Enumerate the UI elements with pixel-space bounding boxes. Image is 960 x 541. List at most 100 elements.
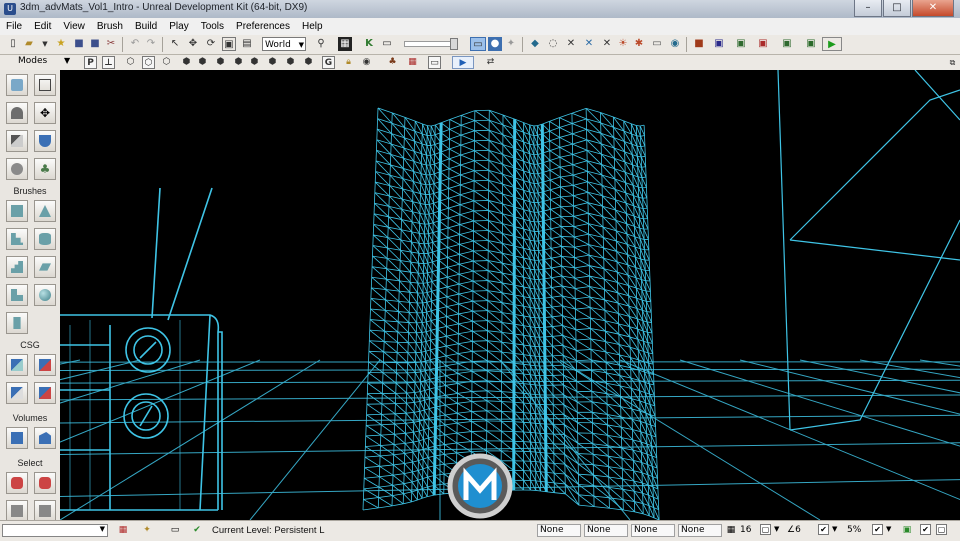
- csg-intersect-button[interactable]: [6, 382, 28, 404]
- close-button[interactable]: ✕: [912, 0, 954, 17]
- bulb-icon[interactable]: ✦: [140, 524, 154, 537]
- save-icon[interactable]: ■: [72, 37, 86, 51]
- scale-snap-checkbox[interactable]: ✔: [872, 524, 883, 535]
- rotate-icon[interactable]: ⟳: [204, 37, 218, 51]
- terrain-mode-button[interactable]: [6, 102, 28, 124]
- chevron-down-icon[interactable]: ▼: [774, 525, 779, 533]
- translate-icon[interactable]: ✥: [186, 37, 200, 51]
- light-complexity-icon[interactable]: ⬢: [232, 56, 245, 69]
- new-file-icon[interactable]: ▯: [6, 37, 20, 51]
- perspective-viewport[interactable]: [60, 70, 960, 520]
- launch-icon[interactable]: ▣: [804, 37, 818, 51]
- play-pc-icon[interactable]: ▣: [756, 37, 770, 51]
- cone-brush-button[interactable]: [34, 200, 56, 222]
- show-all-button[interactable]: [34, 500, 56, 522]
- grid-snap-checkbox[interactable]: ▢: [760, 524, 771, 535]
- game-view-icon[interactable]: G: [322, 56, 335, 69]
- scale-nonuniform-icon[interactable]: ▤: [240, 37, 254, 51]
- curved-stair-button[interactable]: [6, 228, 28, 250]
- wireframe-icon[interactable]: ⬡: [124, 56, 137, 69]
- add-volume-button[interactable]: [6, 427, 28, 449]
- build-paths-icon[interactable]: ✕: [582, 37, 596, 51]
- play-console-icon[interactable]: ▣: [734, 37, 748, 51]
- menu-brush[interactable]: Brush: [91, 21, 129, 32]
- dropdown-arrow-icon[interactable]: ▼: [38, 37, 52, 51]
- csg-deintersect-button[interactable]: [34, 382, 56, 404]
- shader-complexity-icon[interactable]: ⬢: [266, 56, 279, 69]
- menu-view[interactable]: View: [57, 21, 91, 32]
- lighting-quality-icon[interactable]: ☀: [616, 37, 630, 51]
- add-special-button[interactable]: [34, 427, 56, 449]
- scale-icon[interactable]: ▣: [222, 37, 236, 51]
- build-lighting-icon[interactable]: ✕: [564, 37, 578, 51]
- binoculars-icon[interactable]: ⚲: [314, 37, 328, 51]
- sheet-brush-button[interactable]: [34, 256, 56, 278]
- reflections-icon[interactable]: ⬢: [302, 56, 315, 69]
- landscape-button[interactable]: [6, 158, 28, 180]
- eye-icon[interactable]: ◉: [360, 56, 373, 69]
- camera-speed-icon[interactable]: ⇄: [484, 56, 497, 69]
- autosave-checkbox[interactable]: ✔: [920, 524, 931, 535]
- drag-checkbox[interactable]: ▢: [936, 524, 947, 535]
- rotation-grid-icon[interactable]: ●: [488, 37, 502, 51]
- select-arrow-icon[interactable]: ↖: [168, 37, 182, 51]
- volumetric-brush-button[interactable]: [6, 312, 28, 334]
- menu-file[interactable]: File: [0, 21, 28, 32]
- menu-help[interactable]: Help: [296, 21, 329, 32]
- perspective-icon[interactable]: P: [84, 56, 97, 69]
- drag-grid-icon[interactable]: ▭: [470, 37, 486, 51]
- lit-icon[interactable]: ⬢: [180, 56, 193, 69]
- static-mesh-button[interactable]: [34, 130, 56, 152]
- menu-preferences[interactable]: Preferences: [230, 21, 296, 32]
- play-icon[interactable]: ▶: [822, 37, 842, 51]
- menu-play[interactable]: Play: [163, 21, 194, 32]
- map-check-icon[interactable]: ◉: [668, 37, 682, 51]
- rotation-snap-checkbox[interactable]: ✔: [818, 524, 829, 535]
- linear-stair-button[interactable]: [6, 256, 28, 278]
- csg-add-button[interactable]: [6, 354, 28, 376]
- kismet-icon[interactable]: K: [362, 37, 376, 51]
- play-in-editor-icon[interactable]: ■: [692, 37, 706, 51]
- scale-grid-icon[interactable]: ✦: [504, 37, 518, 51]
- unlit-icon[interactable]: ⬡: [160, 56, 173, 69]
- grid-toggle-icon[interactable]: ▦: [116, 524, 130, 537]
- level-icon[interactable]: ▭: [168, 524, 182, 537]
- menu-tools[interactable]: Tools: [195, 21, 230, 32]
- show-selected-button[interactable]: [6, 472, 28, 494]
- cylinder-brush-button[interactable]: [34, 228, 56, 250]
- build-all-icon[interactable]: ✱: [632, 37, 646, 51]
- chevron-down-icon[interactable]: ▼: [64, 56, 70, 65]
- open-folder-icon[interactable]: ▰: [22, 37, 36, 51]
- play-mobile-icon[interactable]: ▣: [712, 37, 726, 51]
- play-in-viewport-icon[interactable]: ▶: [452, 56, 474, 69]
- sphere-brush-button[interactable]: [34, 284, 56, 306]
- check-icon[interactable]: ✔: [190, 524, 204, 537]
- hide-selected-button[interactable]: [34, 472, 56, 494]
- camera-mode-button[interactable]: [6, 74, 28, 96]
- lock-icon[interactable]: 🔒︎: [342, 56, 355, 69]
- build-cover-icon[interactable]: ✕: [600, 37, 614, 51]
- cut-icon[interactable]: ✂: [104, 37, 118, 51]
- save-all-icon[interactable]: ■: [88, 37, 102, 51]
- swarm-icon[interactable]: ▭: [650, 37, 664, 51]
- build-geometry-icon[interactable]: ◆: [528, 37, 542, 51]
- chevron-down-icon[interactable]: ▼: [886, 525, 891, 533]
- star-icon[interactable]: ★: [54, 37, 68, 51]
- lightmap-density-icon[interactable]: ⬢: [284, 56, 297, 69]
- brush-wireframe-icon[interactable]: ⊥: [102, 56, 115, 69]
- spiral-stair-button[interactable]: [6, 284, 28, 306]
- content-browser-icon[interactable]: ▦: [338, 37, 352, 51]
- command-combo[interactable]: ▼: [2, 524, 108, 537]
- slider-handle[interactable]: [450, 38, 458, 50]
- texture-align-button[interactable]: ✥: [34, 102, 56, 124]
- realtime-icon[interactable]: ♣: [386, 56, 399, 69]
- wireframe-active-icon[interactable]: ⬡: [142, 56, 155, 69]
- invert-selection-button[interactable]: [6, 500, 28, 522]
- csg-subtract-button[interactable]: [34, 354, 56, 376]
- streaming-volume-icon[interactable]: ▭: [428, 56, 441, 69]
- texture-density-icon[interactable]: ⬢: [248, 56, 261, 69]
- maximize-button[interactable]: □: [883, 0, 911, 17]
- build-visible-icon[interactable]: ◌: [546, 37, 560, 51]
- autosave-icon[interactable]: ▣: [900, 524, 914, 537]
- foliage-button[interactable]: ♣: [34, 158, 56, 180]
